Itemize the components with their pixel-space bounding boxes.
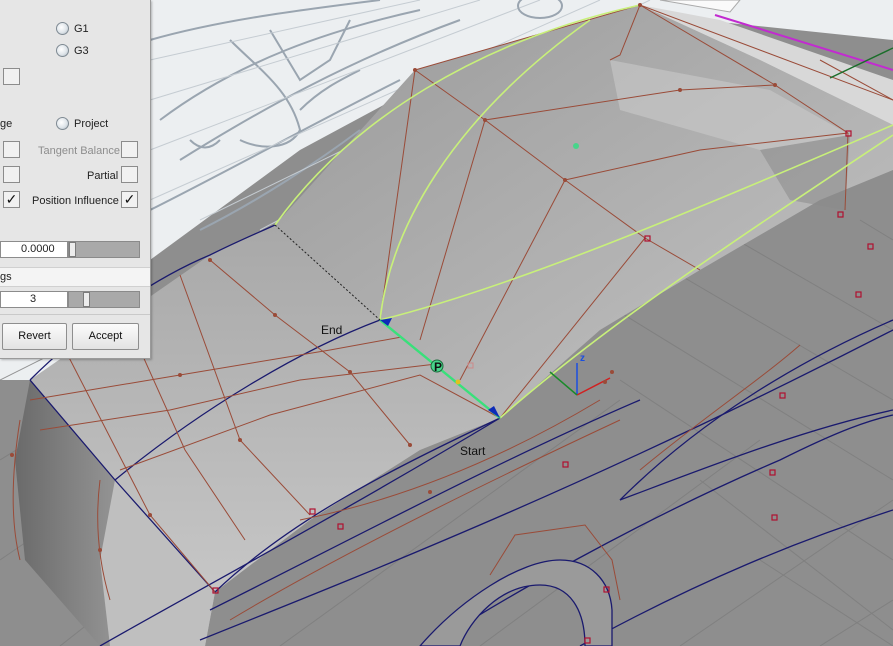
start-label: Start [460, 444, 486, 458]
tangent-balance-checkbox[interactable] [121, 141, 138, 158]
revert-button[interactable]: Revert [2, 323, 67, 350]
g3-label: G3 [74, 45, 89, 57]
value-slider-thumb[interactable] [69, 242, 76, 257]
partial-label: Partial [87, 170, 119, 182]
left-checkbox-2[interactable] [3, 141, 20, 158]
left-checkbox-3[interactable] [3, 166, 20, 183]
g1-radio[interactable] [56, 22, 69, 35]
section-header[interactable]: gs [0, 267, 150, 287]
end-label: End [321, 323, 342, 337]
value-slider[interactable] [68, 241, 140, 258]
tangent-balance-label: Tangent Balance [38, 145, 120, 157]
position-influence-label: Position Influence [32, 195, 119, 207]
value-input[interactable]: 0.0000 [0, 241, 68, 258]
z-axis-label: z [580, 353, 585, 364]
edge-mode-label: ge [0, 118, 13, 130]
spans-slider-thumb[interactable] [83, 292, 90, 307]
position-influence-checkbox[interactable]: ✓ [121, 191, 138, 208]
g1-label: G1 [74, 23, 89, 35]
tool-options-panel: G1 G3 ge Project Tangent Balance Partial… [0, 0, 151, 359]
panel-divider [0, 314, 150, 315]
option-checkbox-1[interactable] [3, 68, 20, 85]
left-checkbox-4[interactable]: ✓ [3, 191, 20, 208]
surface-center-point[interactable] [573, 143, 579, 149]
partial-checkbox[interactable] [121, 166, 138, 183]
project-label: Project [74, 118, 109, 130]
section-header-label: gs [0, 271, 12, 283]
spans-input[interactable]: 3 [0, 291, 68, 308]
point-label: P [434, 360, 442, 374]
spans-slider[interactable] [68, 291, 140, 308]
project-radio[interactable] [56, 117, 69, 130]
accept-button[interactable]: Accept [72, 323, 139, 350]
g3-radio[interactable] [56, 44, 69, 57]
